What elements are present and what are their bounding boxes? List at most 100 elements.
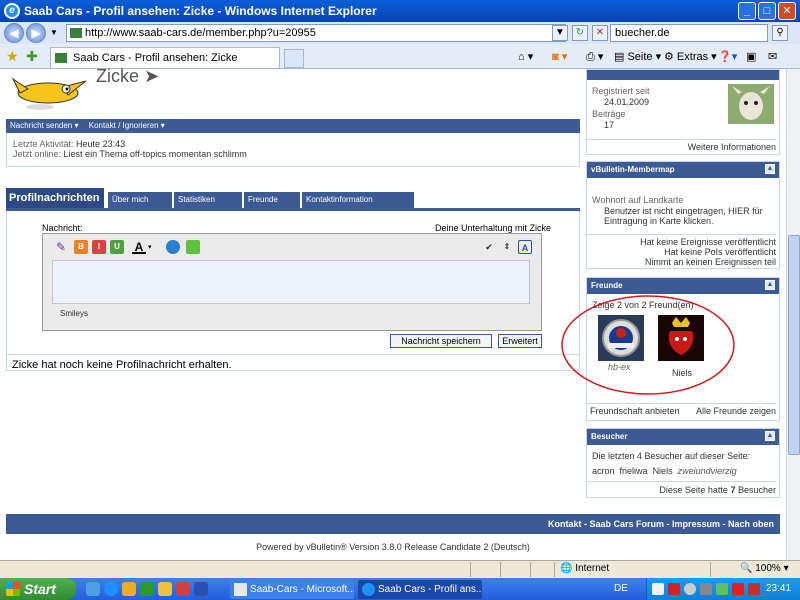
registered-value: 24.01.2009 [604, 97, 650, 107]
events-none: Hat keine Ereignisse veröffentlicht [640, 237, 776, 247]
tray-network-icon[interactable] [700, 583, 712, 595]
status-bar: 🌐 Internet 🔍 100% ▾ [0, 560, 800, 578]
quicklaunch-folder-icon[interactable] [158, 582, 172, 596]
add-favorites-icon[interactable]: ✚ [26, 48, 38, 65]
format-icon[interactable]: ✎ [54, 240, 68, 254]
online-value: Liest ein Thema off-topics momentan schl… [63, 149, 247, 159]
page-menu[interactable]: ▤ Seite ▾ [614, 50, 661, 63]
profile-name: Zicke ➤ [96, 66, 160, 86]
scrollbar-thumb[interactable] [788, 235, 800, 455]
zoom-level[interactable]: 🔍 100% ▾ [740, 563, 789, 574]
messenger-icon[interactable]: ✉ [768, 50, 777, 63]
favorites-star-icon[interactable]: ★ [6, 48, 19, 65]
tab-statistiken[interactable]: Statistiken [174, 192, 242, 208]
color-dropdown-icon[interactable]: ▾ [148, 243, 152, 251]
refresh-icon[interactable]: ↻ [572, 25, 588, 41]
tab-profilnachrichten[interactable]: Profilnachrichten [6, 188, 104, 210]
editor-toolbar: ✎ B I U A ▾ ✔ ⇕ A [52, 237, 536, 259]
smileys-link[interactable]: Smileys [60, 309, 88, 318]
quicklaunch-ie-icon[interactable] [104, 582, 118, 596]
footer-links[interactable]: Kontakt - Saab Cars Forum - Impressum - … [6, 514, 780, 534]
tab-label: Saab Cars - Profil ansehen: Zicke [73, 52, 238, 64]
visitor-link[interactable]: frieliwa [620, 466, 648, 476]
visitor-link[interactable]: Niels [653, 466, 673, 476]
visitors-list: acron frieliwa Niels zweiundvierzig [592, 466, 737, 476]
save-message-button[interactable]: Nachricht speichern [390, 334, 492, 348]
visitor-counter: Diese Seite hatte 7 Besucher [586, 485, 776, 495]
back-icon[interactable]: ◀ [4, 23, 24, 43]
search-icon[interactable]: ⚲ [772, 25, 788, 41]
tab-freunde[interactable]: Freunde [244, 192, 300, 208]
extras-menu[interactable]: ⚙ Extras ▾ [664, 50, 717, 63]
windows-logo-icon [6, 582, 20, 596]
tab-ueber-mich[interactable]: Über mich [108, 192, 172, 208]
help-icon[interactable]: ❓▾ [718, 50, 737, 63]
italic-icon[interactable]: I [92, 240, 106, 254]
quicklaunch-app2-icon[interactable] [176, 582, 190, 596]
search-input[interactable]: buecher.de [610, 24, 768, 42]
quicklaunch-word-icon[interactable] [194, 582, 208, 596]
feeds-icon[interactable]: ◙ ▾ [552, 50, 567, 63]
membermap-header: vBulletin-Membermap [587, 162, 779, 178]
address-input[interactable]: http://www.saab-cars.de/member.php?u=209… [66, 24, 566, 42]
location-line1[interactable]: Benutzer ist nicht eingetragen, HIER für [604, 206, 763, 216]
visitors-header: Besucher [587, 429, 779, 445]
advanced-button[interactable]: Erweitert [498, 334, 542, 348]
research-icon[interactable]: ▣ [746, 50, 756, 63]
tray-mail-icon[interactable] [652, 583, 664, 595]
membermap-title: vBulletin-Membermap [591, 165, 675, 174]
start-button[interactable]: Start [0, 578, 76, 600]
quicklaunch-media-icon[interactable] [122, 582, 136, 596]
maximize-button[interactable]: □ [758, 2, 776, 20]
collapse-friends-icon[interactable]: ▲ [765, 280, 775, 290]
quicklaunch-app-icon[interactable] [140, 582, 154, 596]
tab-active[interactable]: Saab Cars - Profil ansehen: Zicke [50, 47, 280, 68]
task-button-ie[interactable]: Saab Cars - Profil ans... [358, 580, 482, 599]
address-dropdown-icon[interactable]: ▼ [552, 25, 568, 41]
address-url: http://www.saab-cars.de/member.php?u=209… [85, 27, 316, 39]
location-line2[interactable]: Eintragung in Karte klicken. [604, 216, 714, 226]
task-button-word[interactable]: Saab-Cars - Microsoft... [230, 580, 354, 599]
collapse-membermap-icon[interactable]: ▲ [765, 164, 775, 174]
home-icon[interactable]: ⌂ ▾ [518, 50, 533, 63]
contact-menu[interactable]: Kontakt / Ignorieren ▾ [89, 121, 165, 130]
tray-antivirus-icon[interactable] [732, 583, 744, 595]
task1-label: Saab-Cars - Microsoft... [250, 584, 354, 595]
spellcheck-icon[interactable]: ✔ [482, 240, 496, 254]
tray-acrobat-icon[interactable] [748, 583, 760, 595]
all-friends-link[interactable]: Alle Freunde zeigen [586, 406, 776, 416]
link-icon[interactable] [166, 240, 180, 254]
resize-icon[interactable]: ⇕ [500, 240, 514, 254]
tray-shield-icon[interactable] [716, 583, 728, 595]
quicklaunch-desktop-icon[interactable] [86, 582, 100, 596]
font-color-icon[interactable]: A [132, 240, 146, 254]
message-textarea[interactable] [52, 260, 530, 304]
send-message-menu[interactable]: Nachricht senden ▾ [10, 121, 79, 130]
vertical-scrollbar[interactable] [786, 69, 800, 560]
language-indicator[interactable]: DE [614, 583, 628, 594]
underline-icon[interactable]: U [110, 240, 124, 254]
no-messages-text: Zicke hat noch keine Profilnachricht erh… [6, 354, 580, 374]
collapse-visitors-icon[interactable]: ▲ [765, 431, 775, 441]
more-info-link[interactable]: Weitere Informationen [586, 139, 776, 152]
visitor-link[interactable]: acron [592, 466, 615, 476]
send-message-label: Nachricht senden [10, 121, 73, 130]
new-tab-button[interactable] [284, 49, 304, 68]
security-zone: 🌐 Internet [560, 563, 610, 574]
tab-kontaktinformation[interactable]: Kontaktinformation [302, 192, 414, 208]
close-button[interactable]: ✕ [778, 2, 796, 20]
stop-icon[interactable]: ✕ [592, 25, 608, 41]
tray-speaker-icon[interactable] [684, 583, 696, 595]
print-icon[interactable]: ⎙ ▾ [586, 50, 603, 64]
bold-icon[interactable]: B [74, 240, 88, 254]
wysiwyg-toggle-icon[interactable]: A [518, 240, 532, 254]
forward-icon[interactable]: ▶ [26, 23, 46, 43]
conversation-link[interactable]: Deine Unterhaltung mit Zicke [435, 223, 551, 233]
minimize-button[interactable]: _ [738, 2, 756, 20]
tray-app-icon[interactable] [668, 583, 680, 595]
history-dropdown-icon[interactable]: ▼ [50, 28, 58, 37]
image-icon[interactable] [186, 240, 200, 254]
friends-title: Freunde [591, 281, 623, 290]
visitor-link[interactable]: zweiundvierzig [678, 466, 737, 476]
clock: 23:41 [766, 583, 792, 594]
